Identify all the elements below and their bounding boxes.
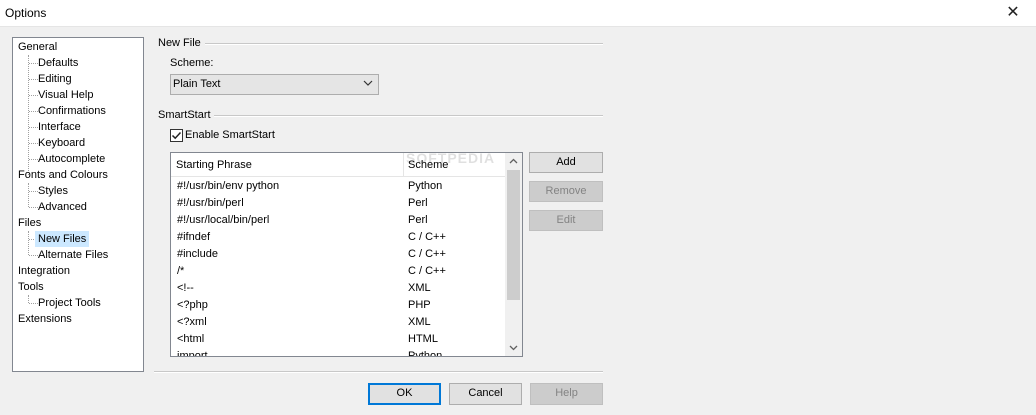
smartstart-group-title: SmartStart <box>158 109 211 121</box>
tree-item-fonts-and-colours[interactable]: Fonts and Colours <box>18 167 108 183</box>
phrase-cell: <html <box>177 333 205 345</box>
watermark-text: SOFTPEDIA <box>406 150 496 166</box>
tree-item-styles[interactable]: Styles <box>38 183 68 199</box>
close-icon[interactable]: ✕ <box>990 0 1036 27</box>
tree-item-interface[interactable]: Interface <box>38 119 81 135</box>
scheme-cell: Python <box>408 180 443 192</box>
scheme-cell: Perl <box>408 214 428 226</box>
tree-item-general[interactable]: General <box>18 39 57 55</box>
scheme-cell: PHP <box>408 299 431 311</box>
table-row[interactable]: <!-- XML <box>171 280 505 297</box>
scheme-cell: Python <box>408 350 443 357</box>
new-file-group-title: New File <box>158 37 201 49</box>
scheme-cell: HTML <box>408 333 438 345</box>
table-row[interactable]: <html HTML <box>171 331 505 348</box>
smartstart-list[interactable]: Starting Phrase Scheme #!/usr/bin/env py… <box>170 152 523 357</box>
table-row[interactable]: /* C / C++ <box>171 263 505 280</box>
table-row[interactable]: import Python <box>171 348 505 357</box>
phrase-cell: #ifndef <box>177 231 211 243</box>
enable-smartstart-label[interactable]: Enable SmartStart <box>185 129 275 141</box>
cancel-button[interactable]: Cancel <box>449 383 522 405</box>
tree-item-files[interactable]: Files <box>18 215 41 231</box>
table-row[interactable]: #ifndef C / C++ <box>171 229 505 246</box>
scheme-cell: C / C++ <box>408 248 446 260</box>
scheme-label: Scheme: <box>170 57 214 69</box>
chevron-down-icon <box>363 80 373 86</box>
phrase-cell: <?xml <box>177 316 207 328</box>
phrase-cell: #!/usr/bin/perl <box>177 197 244 209</box>
tree-item-visual-help[interactable]: Visual Help <box>38 87 93 103</box>
title-bar: Options ✕ <box>0 0 1036 27</box>
scroll-up-icon[interactable] <box>508 156 519 166</box>
edit-button[interactable]: Edit <box>529 210 603 231</box>
list-rows: #!/usr/bin/env python Python #!/usr/bin/p… <box>171 178 505 357</box>
group-divider <box>205 43 603 45</box>
table-row[interactable]: #include C / C++ <box>171 246 505 263</box>
scroll-down-icon[interactable] <box>508 343 519 353</box>
scheme-cell: XML <box>408 282 431 294</box>
phrase-cell: <?php <box>177 299 208 311</box>
tree-item-confirmations[interactable]: Confirmations <box>38 103 106 119</box>
options-tree[interactable]: General Defaults Editing Visual Help Con… <box>12 37 144 372</box>
scheme-cell: Perl <box>408 197 428 209</box>
scheme-cell: C / C++ <box>408 265 446 277</box>
tree-item-extensions[interactable]: Extensions <box>18 311 72 327</box>
table-row[interactable]: #!/usr/bin/env python Python <box>171 178 505 195</box>
window-title: Options <box>5 6 47 20</box>
list-scrollbar[interactable] <box>505 153 522 356</box>
column-header-starting-phrase[interactable]: Starting Phrase <box>176 159 252 171</box>
tree-item-autocomplete[interactable]: Autocomplete <box>38 151 105 167</box>
table-row[interactable]: <?php PHP <box>171 297 505 314</box>
tree-item-keyboard[interactable]: Keyboard <box>38 135 85 151</box>
table-row[interactable]: #!/usr/bin/perl Perl <box>171 195 505 212</box>
scheme-cell: C / C++ <box>408 231 446 243</box>
tree-item-new-files[interactable]: New Files <box>35 231 90 247</box>
phrase-cell: #!/usr/bin/env python <box>177 180 280 192</box>
scheme-cell: XML <box>408 316 431 328</box>
scheme-value: Plain Text <box>173 78 221 90</box>
tree-item-defaults[interactable]: Defaults <box>38 55 78 71</box>
add-button[interactable]: Add <box>529 152 603 173</box>
enable-smartstart-checkbox[interactable] <box>170 129 183 142</box>
tree-item-editing[interactable]: Editing <box>38 71 72 87</box>
phrase-cell: #include <box>177 248 218 260</box>
table-row[interactable]: #!/usr/local/bin/perl Perl <box>171 212 505 229</box>
scheme-dropdown[interactable]: Plain Text <box>170 74 379 95</box>
phrase-cell: <!-- <box>177 282 194 294</box>
scrollbar-thumb[interactable] <box>507 170 520 300</box>
table-row[interactable]: <?xml XML <box>171 314 505 331</box>
tree-item-tools[interactable]: Tools <box>18 279 44 295</box>
footer-divider <box>154 371 603 373</box>
tree-item-project-tools[interactable]: Project Tools <box>38 295 101 311</box>
tree-item-alternate-files[interactable]: Alternate Files <box>38 247 108 263</box>
phrase-cell: #!/usr/local/bin/perl <box>177 214 270 226</box>
ok-button[interactable]: OK <box>368 383 441 405</box>
remove-button[interactable]: Remove <box>529 181 603 202</box>
checkmark-icon <box>171 131 182 140</box>
phrase-cell: import <box>177 350 208 357</box>
group-divider <box>214 115 603 117</box>
help-button[interactable]: Help <box>530 383 603 405</box>
tree-item-integration[interactable]: Integration <box>18 263 70 279</box>
phrase-cell: /* <box>177 265 185 277</box>
tree-item-advanced[interactable]: Advanced <box>38 199 87 215</box>
